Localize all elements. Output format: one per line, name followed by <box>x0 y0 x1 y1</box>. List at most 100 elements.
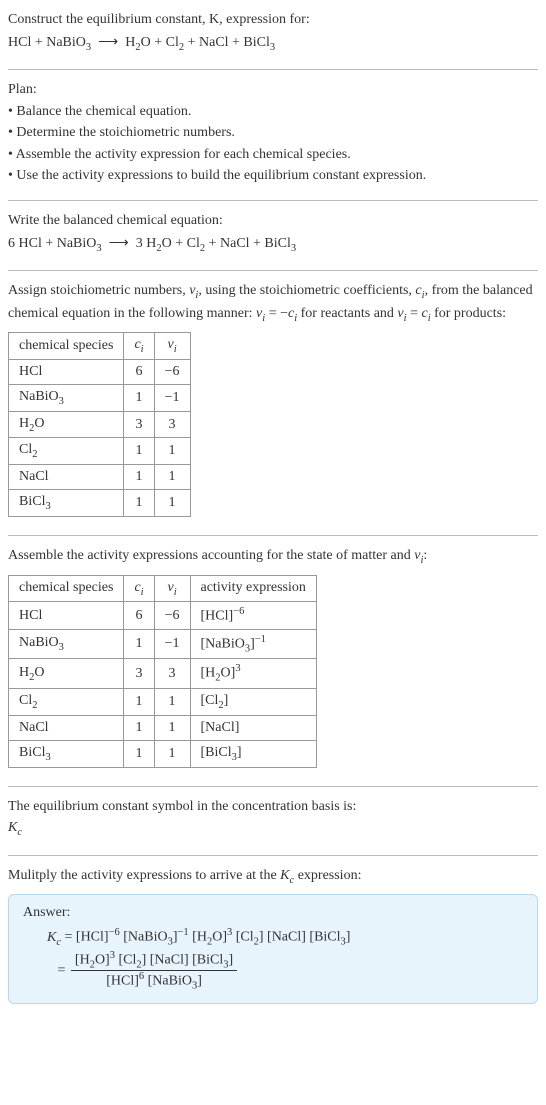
intro-title-text: Construct the equilibrium constant, K, e… <box>8 12 310 27</box>
species-cell: NaBiO3 <box>9 630 124 659</box>
divider <box>8 69 538 70</box>
symbol-line1: The equilibrium constant symbol in the c… <box>8 797 538 817</box>
stoich-table: chemical speciesciνiHCl6−6NaBiO31−1H2O33… <box>8 332 191 517</box>
activity-cell: [HCl]−6 <box>190 602 316 630</box>
ci-cell: 6 <box>124 602 154 630</box>
intro-equation: HCl + NaBiO3 ⟶ H2O + Cl2 + NaCl + BiCl3 <box>8 32 538 55</box>
species-cell: Cl2 <box>9 438 124 465</box>
species-cell: NaBiO3 <box>9 384 124 411</box>
activity-cell: [H2O]3 <box>190 659 316 688</box>
table-row: Cl211[Cl2] <box>9 688 317 715</box>
ci-cell: 1 <box>124 715 154 740</box>
plan-bullet: • Use the activity expressions to build … <box>8 166 538 186</box>
multiply-text: Mulitply the activity expressions to arr… <box>8 866 538 888</box>
table-row: H2O33 <box>9 411 191 438</box>
nui-cell: 3 <box>154 659 190 688</box>
species-cell: NaCl <box>9 715 124 740</box>
ci-cell: 1 <box>124 490 154 517</box>
table-header: ci <box>124 333 154 360</box>
table-header: activity expression <box>190 575 316 602</box>
nui-cell: 1 <box>154 490 190 517</box>
table-row: HCl6−6[HCl]−6 <box>9 602 317 630</box>
answer-label: Answer: <box>23 905 523 921</box>
divider <box>8 786 538 787</box>
species-cell: HCl <box>9 359 124 384</box>
ci-cell: 6 <box>124 359 154 384</box>
answer-line1: Kc = [HCl]−6 [NaBiO3]−1 [H2O]3 [Cl2] [Na… <box>47 927 523 947</box>
multiply-section: Mulitply the activity expressions to arr… <box>8 866 538 1011</box>
ci-cell: 1 <box>124 438 154 465</box>
activity-table: chemical speciesciνiactivity expressionH… <box>8 575 317 768</box>
balanced-equation: 6 HCl + NaBiO3 ⟶ 3 H2O + Cl2 + NaCl + Bi… <box>8 233 538 256</box>
table-row: HCl6−6 <box>9 359 191 384</box>
table-header: νi <box>154 333 190 360</box>
nui-cell: 1 <box>154 465 190 490</box>
equals-sign: = <box>47 963 69 978</box>
table-row: H2O33[H2O]3 <box>9 659 317 688</box>
table-row: BiCl311 <box>9 490 191 517</box>
plan-bullet: • Balance the chemical equation. <box>8 102 538 122</box>
activity-cell: [NaBiO3]−1 <box>190 630 316 659</box>
species-cell: HCl <box>9 602 124 630</box>
divider <box>8 855 538 856</box>
activity-cell: [Cl2] <box>190 688 316 715</box>
plan-bullets: • Balance the chemical equation.• Determ… <box>8 102 538 186</box>
table-row: NaCl11[NaCl] <box>9 715 317 740</box>
species-cell: BiCl3 <box>9 740 124 767</box>
nui-cell: −6 <box>154 602 190 630</box>
plan-bullet: • Assemble the activity expression for e… <box>8 145 538 165</box>
nui-cell: −1 <box>154 630 190 659</box>
ci-cell: 1 <box>124 465 154 490</box>
nui-cell: −6 <box>154 359 190 384</box>
activity-cell: [BiCl3] <box>190 740 316 767</box>
table-header: ci <box>124 575 154 602</box>
nui-cell: 1 <box>154 438 190 465</box>
ci-cell: 1 <box>124 688 154 715</box>
table-row: Cl211 <box>9 438 191 465</box>
divider <box>8 535 538 536</box>
table-header: νi <box>154 575 190 602</box>
symbol-line2: Kc <box>8 818 538 840</box>
table-header: chemical species <box>9 575 124 602</box>
nui-cell: 3 <box>154 411 190 438</box>
table-header: chemical species <box>9 333 124 360</box>
divider <box>8 270 538 271</box>
symbol-section: The equilibrium constant symbol in the c… <box>8 797 538 849</box>
answer-line2: = [H2O]3 [Cl2] [NaCl] [BiCl3] [HCl]6 [Na… <box>47 950 523 992</box>
species-cell: H2O <box>9 659 124 688</box>
plan-section: Plan: • Balance the chemical equation.• … <box>8 80 538 194</box>
assemble-text: Assemble the activity expressions accoun… <box>8 546 538 568</box>
answer-box: Answer: Kc = [HCl]−6 [NaBiO3]−1 [H2O]3 [… <box>8 894 538 1004</box>
nui-cell: −1 <box>154 384 190 411</box>
plan-bullet: • Determine the stoichiometric numbers. <box>8 123 538 143</box>
table-row: NaCl11 <box>9 465 191 490</box>
answer-numerator: [H2O]3 [Cl2] [NaCl] [BiCl3] <box>71 950 237 971</box>
species-cell: H2O <box>9 411 124 438</box>
intro-section: Construct the equilibrium constant, K, e… <box>8 10 538 63</box>
intro-title: Construct the equilibrium constant, K, e… <box>8 10 538 30</box>
assemble-section: Assemble the activity expressions accoun… <box>8 546 538 779</box>
nui-cell: 1 <box>154 740 190 767</box>
answer-fraction: [H2O]3 [Cl2] [NaCl] [BiCl3] [HCl]6 [NaBi… <box>71 950 237 992</box>
plan-heading: Plan: <box>8 80 538 100</box>
species-cell: Cl2 <box>9 688 124 715</box>
activity-cell: [NaCl] <box>190 715 316 740</box>
answer-denominator: [HCl]6 [NaBiO3] <box>71 971 237 991</box>
species-cell: NaCl <box>9 465 124 490</box>
table-row: NaBiO31−1[NaBiO3]−1 <box>9 630 317 659</box>
ci-cell: 1 <box>124 740 154 767</box>
assign-section: Assign stoichiometric numbers, νi, using… <box>8 281 538 529</box>
nui-cell: 1 <box>154 715 190 740</box>
table-row: BiCl311[BiCl3] <box>9 740 317 767</box>
species-cell: BiCl3 <box>9 490 124 517</box>
balanced-section: Write the balanced chemical equation: 6 … <box>8 211 538 264</box>
assign-text: Assign stoichiometric numbers, νi, using… <box>8 281 538 326</box>
ci-cell: 1 <box>124 630 154 659</box>
balanced-heading: Write the balanced chemical equation: <box>8 211 538 231</box>
divider <box>8 200 538 201</box>
table-row: NaBiO31−1 <box>9 384 191 411</box>
nui-cell: 1 <box>154 688 190 715</box>
ci-cell: 1 <box>124 384 154 411</box>
ci-cell: 3 <box>124 411 154 438</box>
ci-cell: 3 <box>124 659 154 688</box>
